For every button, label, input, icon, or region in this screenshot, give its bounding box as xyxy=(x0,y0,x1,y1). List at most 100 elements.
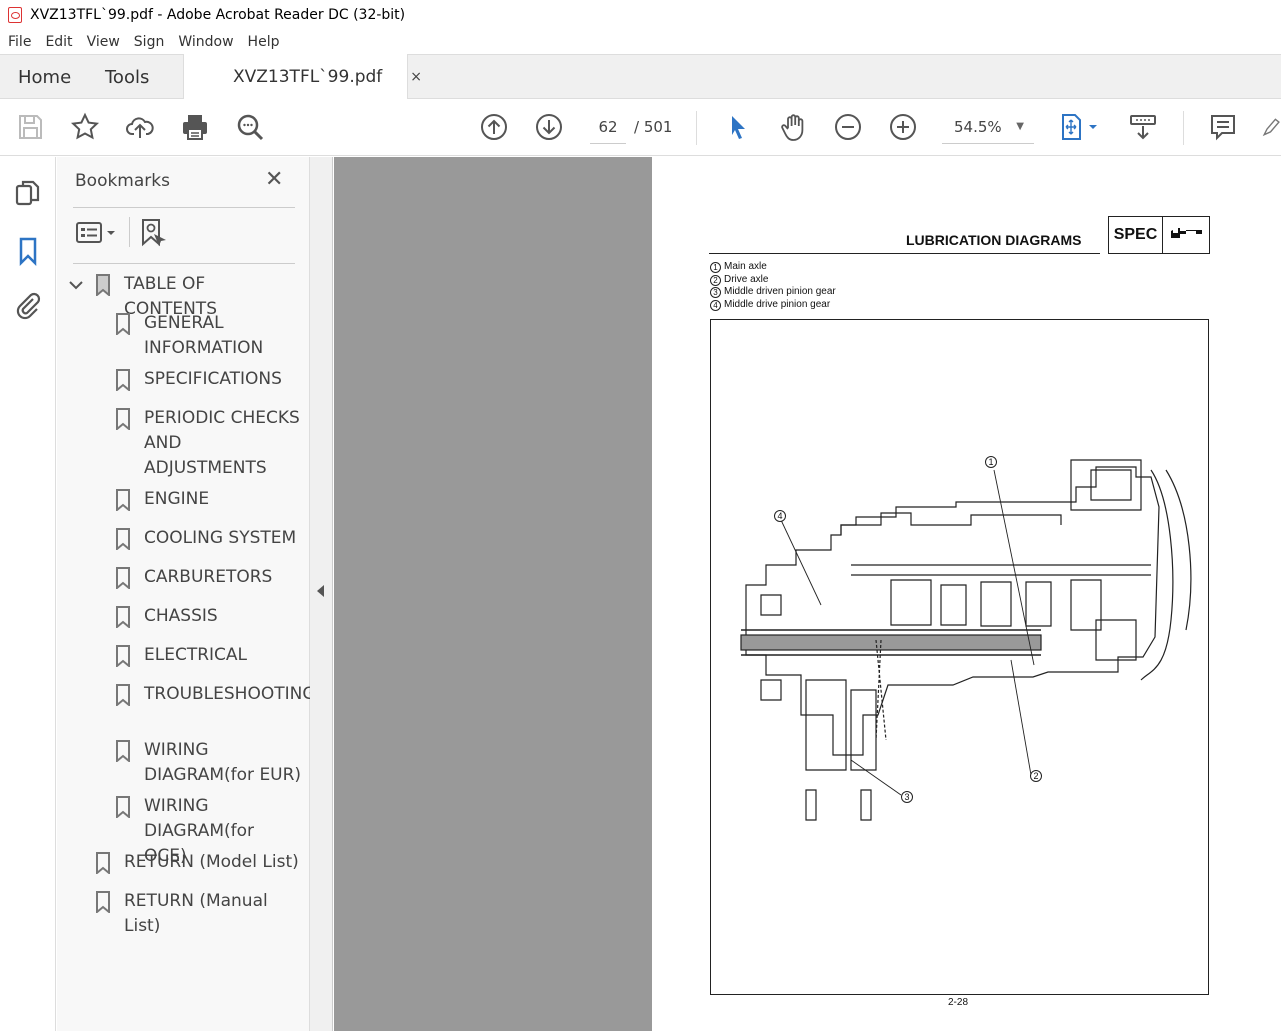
panel-divider xyxy=(73,207,295,208)
bookmark-label: TROUBLESHOOTING xyxy=(144,684,316,704)
hand-tool-button[interactable] xyxy=(777,111,809,143)
bookmark-item[interactable]: ENGINE xyxy=(115,487,302,513)
previous-page-button[interactable] xyxy=(478,111,510,143)
panel-divider xyxy=(73,263,295,264)
legend-text: Drive axle xyxy=(724,273,769,285)
collapse-panel-handle[interactable] xyxy=(310,157,333,1031)
title-bar: XVZ13TFL`99.pdf - Adobe Acrobat Reader D… xyxy=(0,0,1281,29)
bookmark-item[interactable]: ELECTRICAL xyxy=(115,643,302,669)
page-thumbnails-icon[interactable] xyxy=(12,177,44,209)
callout-4: 4 xyxy=(778,511,783,521)
chevron-down-icon[interactable] xyxy=(69,272,83,299)
comment-icon xyxy=(1211,115,1235,141)
bookmark-icon xyxy=(115,408,131,432)
page-number-input[interactable]: 62 xyxy=(590,112,626,144)
bookmarks-panel: Bookmarks ✕ TABLE OF CONTENTS GENERAL INF… xyxy=(57,157,316,1031)
bookmark-item[interactable]: RETURN (Model List) xyxy=(95,850,302,876)
callout-1: 1 xyxy=(989,457,994,467)
bookmark-item[interactable]: SPECIFICATIONS xyxy=(115,367,302,393)
bookmark-item[interactable]: RETURN (Manual List) xyxy=(95,889,302,939)
arrow-down-circle-icon xyxy=(536,114,562,140)
attachments-paperclip-icon[interactable] xyxy=(12,290,44,322)
legend-number: 2 xyxy=(710,274,721,286)
bookmark-label: WIRING DIAGRAM(for EUR) xyxy=(144,740,302,785)
cursor-arrow-icon xyxy=(732,116,745,139)
find-button[interactable] xyxy=(234,111,266,143)
bookmark-label: RETURN (Manual List) xyxy=(124,891,268,936)
document-viewer[interactable]: LUBRICATION DIAGRAMS SPEC 1 Main axle 2 Dri… xyxy=(334,157,1281,1031)
fit-page-button[interactable] xyxy=(1057,111,1103,143)
minus-circle-icon xyxy=(835,114,861,140)
bookmark-label: ENGINE xyxy=(144,489,210,509)
legend-text: Main axle xyxy=(724,261,767,272)
menu-edit[interactable]: Edit xyxy=(45,34,72,50)
legend-number: 3 xyxy=(710,287,721,299)
bookmark-star-button[interactable] xyxy=(69,111,101,143)
page-heading: LUBRICATION DIAGRAMS xyxy=(906,232,1082,248)
menu-window[interactable]: Window xyxy=(178,34,233,50)
legend-item: 4 Middle drive pinion gear xyxy=(710,299,836,312)
tab-document[interactable]: XVZ13TFL`99.pdf × xyxy=(183,54,422,100)
keyboard-scroll-icon xyxy=(1130,115,1156,140)
plus-circle-icon xyxy=(890,114,916,140)
arrow-up-circle-icon xyxy=(481,114,507,140)
highlight-button[interactable] xyxy=(1260,111,1281,143)
legend-item: 2 Drive axle xyxy=(710,274,836,287)
menu-sign[interactable]: Sign xyxy=(134,34,165,50)
scroll-mode-button[interactable] xyxy=(1127,111,1159,143)
chevron-down-icon: ▼ xyxy=(1016,121,1024,132)
select-tool-button[interactable] xyxy=(722,111,754,143)
bookmark-icon xyxy=(95,852,111,876)
star-icon xyxy=(70,112,100,140)
tab-home[interactable]: Home xyxy=(18,55,71,100)
bookmark-label: COOLING SYSTEM xyxy=(144,528,297,548)
bookmark-item[interactable]: GENERAL INFORMATION xyxy=(115,311,302,361)
bookmark-label: CARBURETORS xyxy=(144,567,273,587)
bookmark-item[interactable]: WIRING DIAGRAM(for EUR) xyxy=(115,738,302,788)
page-total: / 501 xyxy=(634,118,673,136)
zoom-in-button[interactable] xyxy=(887,111,919,143)
callout-2: 2 xyxy=(1034,771,1039,781)
find-current-bookmark-icon[interactable] xyxy=(139,217,169,249)
cloud-upload-icon xyxy=(126,117,154,138)
bookmark-label: PERIODIC CHECKS AND ADJUSTMENTS xyxy=(144,408,300,478)
comment-button[interactable] xyxy=(1207,111,1239,143)
upload-button[interactable] xyxy=(124,111,156,143)
bookmark-item[interactable]: PERIODIC CHECKS AND ADJUSTMENTS xyxy=(115,406,302,481)
menu-file[interactable]: File xyxy=(8,34,31,50)
bookmark-icon xyxy=(115,313,131,337)
window-title: XVZ13TFL`99.pdf - Adobe Acrobat Reader D… xyxy=(30,6,406,23)
tab-bar: Home Tools XVZ13TFL`99.pdf × xyxy=(0,54,1281,100)
bookmark-icon xyxy=(95,274,111,298)
bookmark-item[interactable]: CHASSIS xyxy=(115,604,302,630)
lubrication-diagram-frame: 1 2 3 4 xyxy=(710,319,1209,995)
spec-badge: SPEC xyxy=(1108,216,1210,254)
collapse-left-icon xyxy=(317,585,324,597)
zoom-level-dropdown[interactable]: 54.5% ▼ xyxy=(942,112,1034,144)
close-tab-button[interactable]: × xyxy=(410,69,422,85)
bookmark-label: CHASSIS xyxy=(144,606,218,626)
bookmark-item[interactable]: TROUBLESHOOTING xyxy=(115,682,316,708)
bookmark-item[interactable]: COOLING SYSTEM xyxy=(115,526,302,552)
bookmarks-panel-title: Bookmarks xyxy=(75,171,170,191)
menu-help[interactable]: Help xyxy=(248,34,280,50)
parts-legend: 1 Main axle 2 Drive axle 3 Middle driven pini… xyxy=(710,261,836,312)
bookmark-label: SPECIFICATIONS xyxy=(144,369,282,389)
tab-tools[interactable]: Tools xyxy=(105,55,149,100)
bookmark-icon xyxy=(115,489,131,513)
bookmarks-panel-icon[interactable] xyxy=(12,235,44,267)
bookmark-options-dropdown-icon[interactable] xyxy=(75,220,119,246)
menu-view[interactable]: View xyxy=(87,34,120,50)
save-button[interactable] xyxy=(14,111,46,143)
bookmark-icon xyxy=(115,645,131,669)
legend-item: 1 Main axle xyxy=(710,261,836,274)
legend-number: 4 xyxy=(710,300,721,312)
bookmark-label: ELECTRICAL xyxy=(144,645,248,665)
toolbar: 62 / 501 54.5% ▼ xyxy=(0,99,1281,156)
close-panel-button[interactable]: ✕ xyxy=(265,167,283,192)
print-button[interactable] xyxy=(179,111,211,143)
micrometer-icon xyxy=(1163,217,1209,253)
zoom-out-button[interactable] xyxy=(832,111,864,143)
bookmark-item[interactable]: CARBURETORS xyxy=(115,565,302,591)
next-page-button[interactable] xyxy=(533,111,565,143)
